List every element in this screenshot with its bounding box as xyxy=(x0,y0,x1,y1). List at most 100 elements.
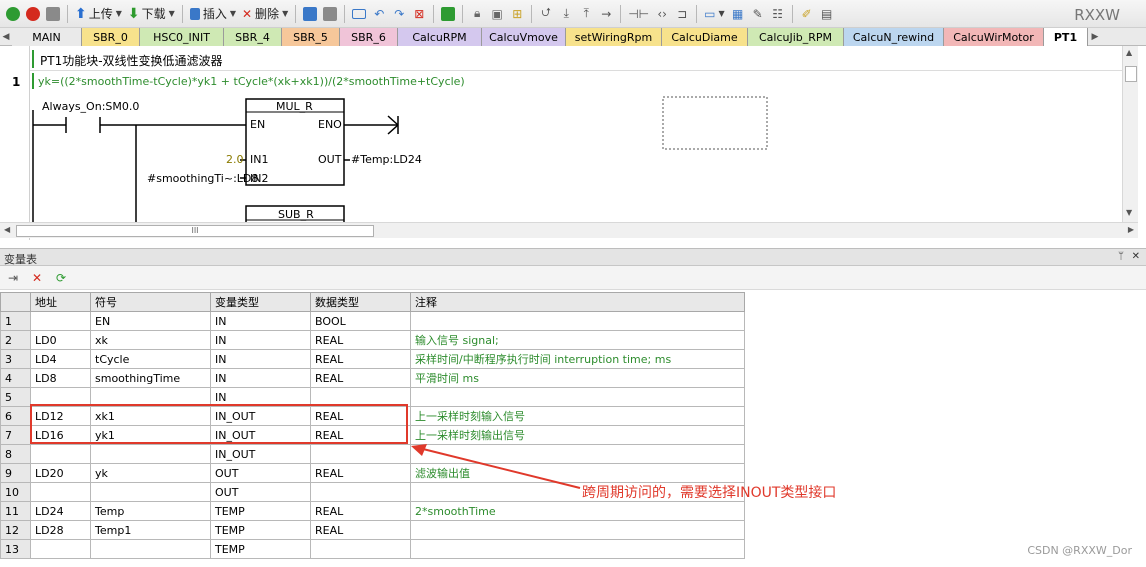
comment-button[interactable]: ▭ ▼ xyxy=(702,4,727,24)
tab-calcu-vmove[interactable]: CalcuVmove xyxy=(482,28,566,46)
address-cell[interactable]: LD4 xyxy=(30,349,91,369)
address-cell[interactable]: LD8 xyxy=(30,368,91,388)
address-cell[interactable] xyxy=(30,311,91,331)
edit-button[interactable]: ✎ xyxy=(749,4,767,24)
row-number[interactable]: 7 xyxy=(0,425,31,445)
contact-button[interactable]: ⊣⊢ xyxy=(626,4,651,24)
symbol-cell[interactable] xyxy=(90,444,211,464)
run-button[interactable] xyxy=(4,4,22,24)
upload-button[interactable]: ⬆ 上传 ▼ xyxy=(73,4,124,24)
var-type-cell[interactable]: IN xyxy=(210,368,311,388)
comment-cell[interactable]: 上一采样时刻输入信号 xyxy=(410,406,745,426)
line-down-button[interactable]: ⤓ xyxy=(557,4,575,24)
ladder-editor[interactable]: PT1功能块-双线性变换低通滤波器 1 yk=((2*smoothTime-tC… xyxy=(0,46,1146,240)
table-row[interactable]: 13 TEMP xyxy=(0,539,745,559)
symbol-cell[interactable]: Temp xyxy=(90,501,211,521)
scroll-up-icon[interactable]: ▲ xyxy=(1126,48,1132,57)
tab-calcu-diame[interactable]: CalcuDiame xyxy=(662,28,748,46)
comment-cell[interactable]: 平滑时间 ms xyxy=(410,368,745,388)
bookmark-button[interactable]: ✐ xyxy=(798,4,816,24)
undo-button[interactable]: ↶ xyxy=(370,4,388,24)
out-operand[interactable]: #Temp:LD24 xyxy=(351,153,422,166)
var-type-cell[interactable]: TEMP xyxy=(210,501,311,521)
symbol-cell[interactable] xyxy=(90,539,211,559)
var-type-cell[interactable]: OUT xyxy=(210,463,311,483)
column-header[interactable]: 数据类型 xyxy=(310,292,411,312)
symbol-cell[interactable]: xk xyxy=(90,330,211,350)
var-type-cell[interactable]: IN xyxy=(210,311,311,331)
comment-cell[interactable]: 输入信号 signal; xyxy=(410,330,745,350)
address-cell[interactable] xyxy=(30,482,91,502)
box-button[interactable]: ⊐ xyxy=(673,4,691,24)
data-type-cell[interactable]: REAL xyxy=(310,520,411,540)
row-number[interactable]: 5 xyxy=(0,387,31,407)
editor-vertical-scrollbar[interactable]: ▲ ▼ xyxy=(1122,46,1138,222)
column-header[interactable]: 地址 xyxy=(30,292,91,312)
var-type-cell[interactable]: IN_OUT xyxy=(210,444,311,464)
network-button[interactable] xyxy=(301,4,319,24)
redo-button[interactable]: ↷ xyxy=(390,4,408,24)
tab-hsc0-init[interactable]: HSC0_INIT xyxy=(140,28,224,46)
symbol-cell[interactable]: yk xyxy=(90,463,211,483)
column-header[interactable]: 注释 xyxy=(410,292,745,312)
scroll-left-icon[interactable]: ◀ xyxy=(4,225,10,234)
table-row[interactable]: 9 LD20 yk OUT REAL 滤波输出值 xyxy=(0,463,745,483)
download-button[interactable]: ⬇ 下载 ▼ xyxy=(126,4,177,24)
stop-button[interactable] xyxy=(24,4,42,24)
table-row[interactable]: 12 LD28 Temp1 TEMP REAL xyxy=(0,520,745,540)
in2-operand[interactable]: #smoothingTi~:LD8 xyxy=(147,172,258,185)
tab-sbr-6[interactable]: SBR_6 xyxy=(340,28,398,46)
tab-scroll-right-icon[interactable]: ▶ xyxy=(1088,28,1102,45)
data-type-cell[interactable] xyxy=(310,539,411,559)
unlock-button[interactable]: ▣ xyxy=(488,4,506,24)
close-icon[interactable]: ✕ xyxy=(1132,251,1140,262)
tab-calcu-jib-rpm[interactable]: CalcuJib_RPM xyxy=(748,28,844,46)
table-row[interactable]: 8 IN_OUT xyxy=(0,444,745,464)
address-cell[interactable] xyxy=(30,444,91,464)
in1-operand[interactable]: 2.0 xyxy=(226,153,244,166)
tab-sbr-5[interactable]: SBR_5 xyxy=(282,28,340,46)
line-right-button[interactable]: → xyxy=(597,4,615,24)
delete-button[interactable]: ✕ 删除 ▼ xyxy=(240,4,290,24)
tab-scroll-left-icon[interactable]: ◀ xyxy=(0,28,12,45)
var-type-cell[interactable]: IN xyxy=(210,349,311,369)
comment-cell[interactable] xyxy=(410,387,745,407)
compile-button[interactable] xyxy=(44,4,62,24)
row-number[interactable]: 3 xyxy=(0,349,31,369)
address-cell[interactable]: LD20 xyxy=(30,463,91,483)
scroll-down-icon[interactable]: ▼ xyxy=(1126,208,1132,217)
insert-row-button[interactable]: ⇥ xyxy=(4,268,22,288)
clear-button[interactable]: ⊠ xyxy=(410,4,428,24)
tab-calcu-wir-motor[interactable]: CalcuWirMotor xyxy=(944,28,1044,46)
add-button[interactable]: ⊞ xyxy=(508,4,526,24)
line-up-button[interactable]: ⮍ xyxy=(537,4,555,24)
refresh-button[interactable]: ⟳ xyxy=(52,268,70,288)
horizontal-scroll-thumb[interactable]: III xyxy=(16,225,374,237)
data-type-cell[interactable]: BOOL xyxy=(310,311,411,331)
comment-cell[interactable] xyxy=(410,520,745,540)
tab-calcu-rpm[interactable]: CalcuRPM xyxy=(398,28,482,46)
contact-label[interactable]: Always_On:SM0.0 xyxy=(42,100,139,113)
comment-cell[interactable] xyxy=(410,311,745,331)
comment-cell[interactable]: 2*smoothTime xyxy=(410,501,745,521)
data-type-cell[interactable]: REAL xyxy=(310,501,411,521)
column-header[interactable]: 变量类型 xyxy=(210,292,311,312)
data-type-cell[interactable]: REAL xyxy=(310,463,411,483)
comment-cell[interactable] xyxy=(410,539,745,559)
row-number[interactable]: 11 xyxy=(0,501,31,521)
tab-sbr-0[interactable]: SBR_0 xyxy=(82,28,140,46)
symbol-cell[interactable]: tCycle xyxy=(90,349,211,369)
data-type-cell[interactable] xyxy=(310,444,411,464)
scroll-right-icon[interactable]: ▶ xyxy=(1128,225,1134,234)
table-row[interactable]: 11 LD24 Temp TEMP REAL 2*smoothTime xyxy=(0,501,745,521)
data-type-cell[interactable] xyxy=(310,482,411,502)
var-type-cell[interactable]: TEMP xyxy=(210,539,311,559)
tab-calcu-n-rewind[interactable]: CalcuN_rewind xyxy=(844,28,944,46)
tab-sbr-4[interactable]: SBR_4 xyxy=(224,28,282,46)
table-row[interactable]: 3 LD4 tCycle IN REAL 采样时间/中断程序执行时间 interrupti… xyxy=(0,349,745,369)
mul-block-title[interactable]: MUL_R xyxy=(276,100,313,113)
row-number[interactable]: 2 xyxy=(0,330,31,350)
tab-set-wiring-rpm[interactable]: setWiringRpm xyxy=(566,28,662,46)
vertical-scroll-thumb[interactable] xyxy=(1125,66,1137,82)
var-type-cell[interactable]: IN xyxy=(210,330,311,350)
